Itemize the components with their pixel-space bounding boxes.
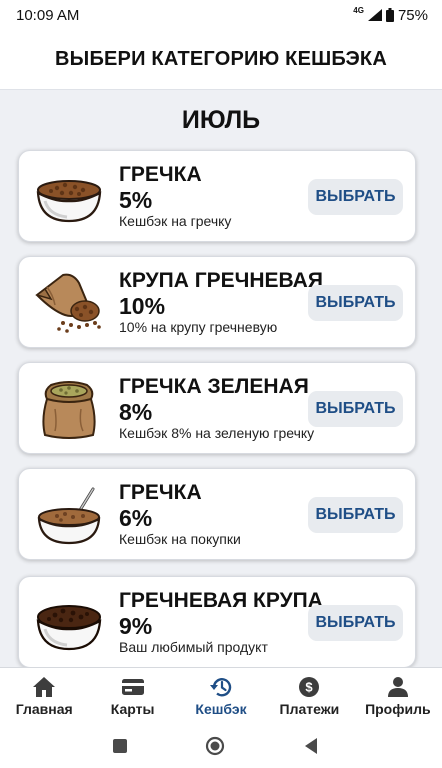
card-icon [121,679,144,695]
choose-button[interactable]: ВЫБРАТЬ [308,497,403,533]
nav-label: Главная [15,701,73,717]
category-percent: 10% [119,293,166,319]
month-heading: ИЮЛЬ [181,106,261,134]
dollar-coin-icon: $ [299,677,320,697]
category-title: ГРЕЧНЕВАЯ КРУПА [119,589,323,612]
back-icon[interactable] [302,736,322,756]
porridge-bowl-spoon-icon [37,487,101,545]
page-title: ВЫБЕРИ КАТЕГОРИЮ КЕШБЭКА [55,48,387,70]
nav-label: Платежи [279,701,340,717]
category-card[interactable]: ГРЕЧНЕВАЯ КРУПА 9% Ваш любимый продукт В… [18,576,416,667]
nav-cashback[interactable]: Кешбэк [177,668,265,725]
svg-text:$: $ [306,680,314,695]
category-percent: 5% [119,187,153,213]
battery-percent: 75% [397,6,428,24]
choose-button[interactable]: ВЫБРАТЬ [308,391,403,427]
category-percent: 6% [119,505,153,531]
category-card[interactable]: ГРЕЧКА 6% Кешбэк на покупки ВЫБРАТЬ [18,468,416,560]
nav-label: Профиль [365,701,431,717]
category-card[interactable]: ГРЕЧКА 5% Кешбэк на гречку ВЫБРАТЬ [18,150,416,242]
history-icon [210,678,232,697]
status-indicators: 4G 75% [353,5,428,24]
category-description: Ваш любимый продукт [119,639,268,655]
status-bar: 10:09 AM 4G 75% [0,0,442,30]
nav-cards[interactable]: Карты [88,668,176,725]
category-percent: 9% [119,613,153,639]
green-buckwheat-sack-icon [42,381,96,439]
category-title: ГРЕЧКА [119,481,202,504]
buckwheat-bowl-icon [36,180,102,223]
home-button-icon[interactable] [205,736,225,756]
category-description: Кешбэк на покупки [119,531,241,547]
category-percent: 8% [119,399,153,425]
nav-profile[interactable]: Профиль [354,668,442,725]
nav-label: Карты [110,701,155,717]
category-description: 10% на крупу гречневую [119,319,278,335]
category-description: Кешбэк 8% на зеленую гречку [119,425,315,441]
nav-payments[interactable]: $ Платежи [265,668,353,725]
battery-icon [385,8,394,22]
bottom-nav: Главная Карты Кешбэк $ Платежи Профиль [0,667,442,725]
category-title: КРУПА ГРЕЧНЕВАЯ [119,269,323,292]
cashback-list[interactable]: ИЮЛЬ ГРЕЧКА 5% Кешбэк на гречку ВЫБРАТЬ … [0,90,442,667]
home-icon [33,677,56,697]
user-icon [387,677,408,697]
spilled-sack-icon [35,273,101,333]
choose-button[interactable]: ВЫБРАТЬ [308,605,403,641]
category-description: Кешбэк на гречку [119,213,232,229]
choose-button[interactable]: ВЫБРАТЬ [308,179,403,215]
dark-buckwheat-bowl-icon [36,605,102,651]
category-card[interactable]: ГРЕЧКА ЗЕЛЕНАЯ 8% Кешбэк 8% на зеленую г… [18,362,416,454]
category-card[interactable]: КРУПА ГРЕЧНЕВАЯ 10% 10% на крупу гречнев… [18,256,416,348]
nav-home[interactable]: Главная [0,668,88,725]
choose-button[interactable]: ВЫБРАТЬ [308,285,403,321]
signal-icon [367,9,382,21]
category-title: ГРЕЧКА [119,163,202,186]
page-header: ВЫБЕРИ КАТЕГОРИЮ КЕШБЭКА [0,30,442,90]
category-title: ГРЕЧКА ЗЕЛЕНАЯ [119,375,309,398]
status-time: 10:09 AM [16,6,80,24]
network-type: 4G [353,5,364,15]
recents-icon[interactable] [110,736,130,756]
nav-label: Кешбэк [195,701,247,717]
system-nav-bar [0,725,442,768]
